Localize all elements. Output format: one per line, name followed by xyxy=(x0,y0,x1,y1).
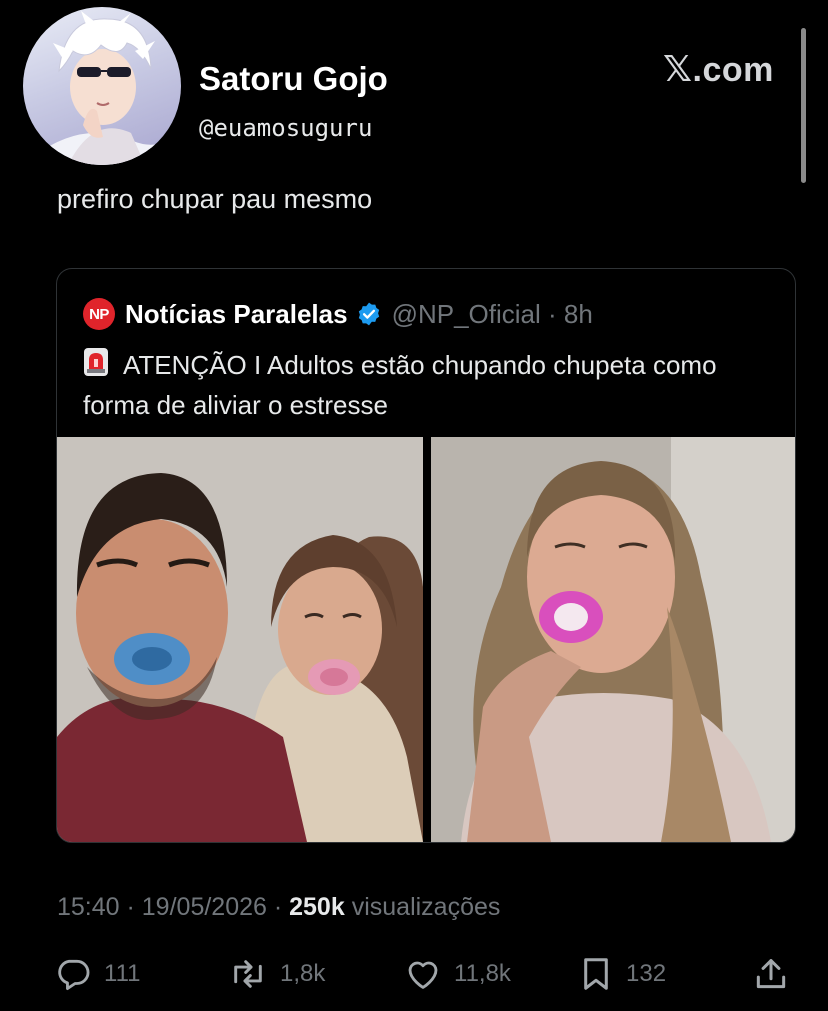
np-logo[interactable]: NP xyxy=(83,298,115,330)
avatar[interactable] xyxy=(23,7,181,165)
siren-icon xyxy=(84,348,108,376)
bookmark-count: 132 xyxy=(626,960,667,987)
quoted-author-name[interactable]: Notícias Paralelas xyxy=(125,299,348,330)
reply-button[interactable]: 111 xyxy=(54,955,140,993)
author-name[interactable]: Satoru Gojo xyxy=(199,60,388,98)
like-button[interactable]: 11,8k xyxy=(404,955,511,993)
post-time[interactable]: 15:40 xyxy=(57,893,120,921)
like-icon xyxy=(408,961,438,989)
quoted-author-handle[interactable]: @NP_Oficial xyxy=(392,299,541,330)
bookmark-button[interactable]: 132 xyxy=(578,955,666,993)
quoted-text-block: ATENÇÃO I Adultos estão chupando chupeta… xyxy=(83,345,773,425)
scrollbar[interactable] xyxy=(801,28,806,183)
verified-icon xyxy=(358,302,379,326)
repost-button[interactable]: 1,8k xyxy=(228,955,325,993)
reply-count: 111 xyxy=(104,960,141,987)
views-label: visualizações xyxy=(351,893,501,921)
brand-suffix: .com xyxy=(692,51,774,89)
bookmark-icon xyxy=(584,958,608,990)
post-meta: 15:40 · 19/05/2026 · 250k visualizações xyxy=(57,893,501,921)
post-text: prefiro chupar pau mesmo xyxy=(57,184,373,214)
post-date[interactable]: 19/05/2026 xyxy=(142,893,267,921)
x-logo-mark: 𝕏 xyxy=(663,49,693,90)
avatar-illustration xyxy=(23,11,181,165)
quoted-image-right[interactable] xyxy=(431,437,795,842)
views-count: 250k xyxy=(289,893,345,921)
quoted-post[interactable]: NP Notícias Paralelas @NP_Oficial · 8h A… xyxy=(56,268,796,843)
share-button[interactable] xyxy=(752,955,790,993)
quoted-separator: · xyxy=(540,298,564,329)
quoted-header: NP Notícias Paralelas @NP_Oficial · 8h xyxy=(83,297,593,331)
like-count: 11,8k xyxy=(454,960,511,987)
reply-icon xyxy=(58,959,90,990)
action-bar: 111 1,8k 11,8k 132 xyxy=(54,955,794,995)
quoted-text: ATENÇÃO I Adultos estão chupando chupeta… xyxy=(83,350,717,420)
quoted-age[interactable]: 8h xyxy=(564,299,593,330)
photo-woman-pacifier xyxy=(431,437,795,842)
x-logo: 𝕏.com xyxy=(663,49,774,90)
photo-couple-pacifiers xyxy=(57,437,423,842)
repost-icon xyxy=(234,960,262,988)
author-handle[interactable]: @euamosuguru xyxy=(199,114,372,142)
share-icon xyxy=(756,959,786,989)
quoted-image-left[interactable] xyxy=(57,437,423,842)
repost-count: 1,8k xyxy=(280,960,326,987)
